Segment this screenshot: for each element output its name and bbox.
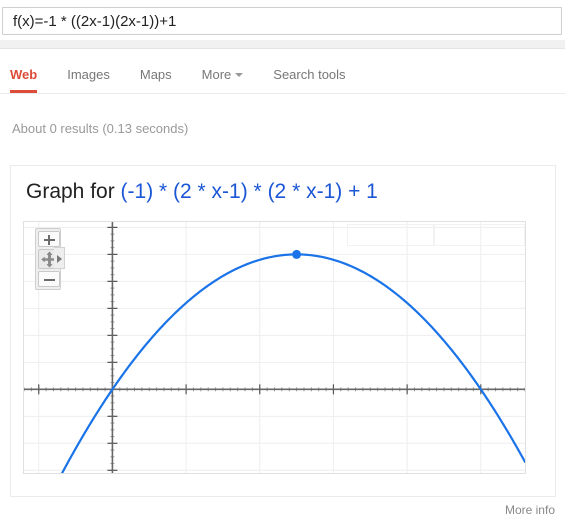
search-nav-tabs: Web Images Maps More Search tools <box>0 49 565 100</box>
tab-web[interactable]: Web <box>10 67 38 93</box>
plus-icon-vertical <box>48 235 50 245</box>
search-input[interactable] <box>2 7 562 35</box>
tab-more[interactable]: More <box>202 67 244 93</box>
nav-tab-list: Web Images Maps More Search tools <box>10 67 376 93</box>
nav-divider <box>0 93 565 94</box>
tab-search-tools[interactable]: Search tools <box>273 67 345 93</box>
plot-option-box-2[interactable] <box>434 224 525 246</box>
tab-images[interactable]: Images <box>67 67 110 93</box>
chevron-down-icon <box>235 72 244 77</box>
plot-canvas <box>24 222 525 473</box>
plot-option-box-1[interactable] <box>347 224 434 246</box>
graph-knowledge-card: Graph for (-1) * (2 * x-1) * (2 * x-1) +… <box>10 165 556 497</box>
tab-maps[interactable]: Maps <box>140 67 172 93</box>
card-title-expression: (-1) * (2 * x-1) * (2 * x-1) + 1 <box>120 180 378 203</box>
result-stats: About 0 results (0.13 seconds) <box>12 121 189 136</box>
more-info-link[interactable]: More info <box>505 503 555 517</box>
zoom-out-button[interactable] <box>38 271 60 287</box>
toolbar-strip <box>0 40 565 49</box>
chevron-right-icon <box>57 255 62 263</box>
expand-control-button[interactable] <box>54 247 65 269</box>
tab-maps-label: Maps <box>139 67 172 82</box>
function-plot[interactable] <box>23 221 526 474</box>
tab-web-label: Web <box>10 67 38 82</box>
search-results-page: Web Images Maps More Search tools About … <box>0 0 565 521</box>
search-bar <box>0 0 565 42</box>
card-title: Graph for (-1) * (2 * x-1) * (2 * x-1) +… <box>26 180 378 204</box>
minus-icon <box>44 279 55 281</box>
tab-images-label: Images <box>67 67 110 82</box>
zoom-in-button[interactable] <box>38 231 60 247</box>
card-title-prefix: Graph for <box>26 180 121 203</box>
tab-search-tools-label: Search tools <box>273 67 346 82</box>
tab-more-label: More <box>201 67 232 82</box>
